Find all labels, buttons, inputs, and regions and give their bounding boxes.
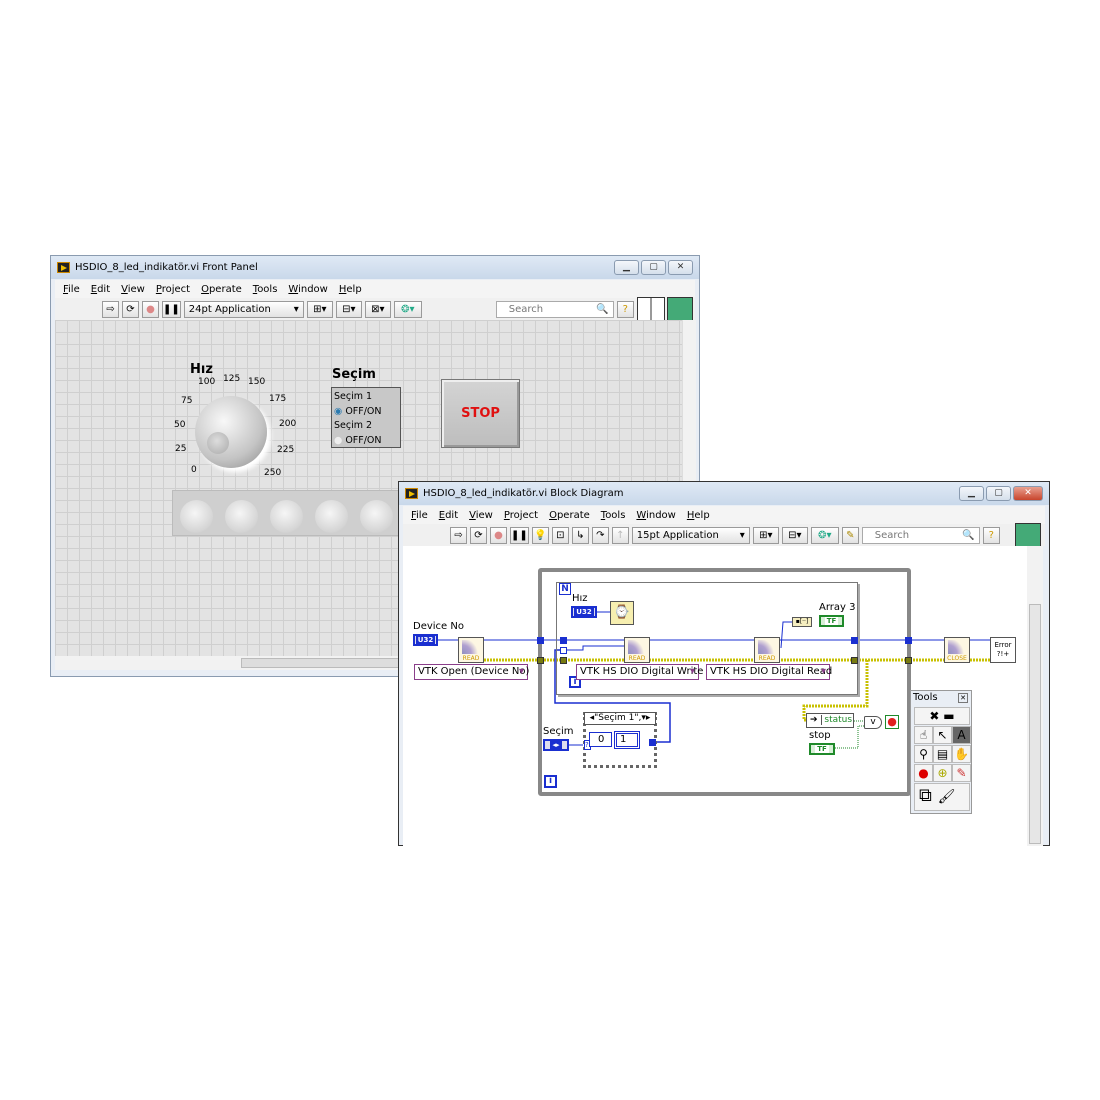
position-tool-icon[interactable]: ↖ [933,726,952,744]
vtk-read-subvi[interactable]: READ [754,637,780,663]
vtk-open-selector[interactable]: VTK Open (Device No) [414,664,529,680]
get-color-tool-icon[interactable]: ✎ [952,764,971,782]
or-gate-icon[interactable]: v [864,716,882,729]
device-no-terminal[interactable]: U32 [413,634,438,646]
tunnel [905,637,912,644]
shortcut-menu-tool-icon[interactable]: ▤ [933,745,952,763]
tools-palette: Tools ✕ ✖ ▬ ☝ ↖ A ⚲ ▤ ✋ ● ⊕ ✎ ⧉ 🖌 [910,690,972,814]
device-no-label: Device No [413,621,464,632]
numeric-constant[interactable]: 0 [589,732,612,747]
wiring-tool-icon[interactable]: ⚲ [914,745,933,763]
wires [437,611,994,749]
case-selector-value: "Seçim 1", [594,713,642,723]
status-element: status [824,715,853,725]
subvi-caption: READ [628,655,646,662]
case-selector[interactable]: ◂"Seçim 1",▾▸ [584,712,656,725]
tunnel [905,657,912,664]
tunnel [560,637,567,644]
operate-tool-icon[interactable]: ☝ [914,726,933,744]
tunnel [560,657,567,664]
vtk-write-subvi[interactable]: READ [624,637,650,663]
secim-terminal[interactable]: ◂▸ [543,739,569,751]
stop-label: stop [809,730,831,741]
vtk-open-subvi[interactable]: READ [458,637,484,663]
error-handler-caption: Error ?!+ [994,641,1012,658]
tf-type: TF [824,617,839,625]
vtk-write-selector[interactable]: VTK HS DIO Digital Write [576,664,703,680]
simple-error-handler[interactable]: Error ?!+ [990,637,1016,663]
unbundle-status[interactable]: ➔ status [806,713,854,728]
tunnel [851,637,858,644]
indexing-tunnel [560,647,567,654]
numeric-indicator[interactable]: 1 [614,731,640,749]
subvi-caption: READ [462,655,480,662]
u32-type: U32 [415,636,436,644]
secim-label: Seçim [543,726,574,737]
u32-type: U32 [574,608,594,616]
array-indicator[interactable]: TF [819,615,844,627]
hiz-terminal[interactable]: U32 [571,606,597,618]
tf-type: TF [815,745,829,753]
vtk-read-selector[interactable]: VTK HS DIO Digital Read [706,664,832,680]
subvi-caption: READ [758,655,776,662]
loop-count-terminal[interactable]: N [559,583,571,595]
tunnel [537,637,544,644]
close-icon[interactable]: ✕ [958,693,968,703]
tunnel [537,657,544,664]
vtk-close-subvi[interactable]: CLOSE [944,637,970,663]
subvi-caption: CLOSE [947,655,967,662]
label-tool-icon[interactable]: A [952,726,971,744]
while-iteration-terminal: i [544,775,557,788]
hiz-label: Hız [572,593,588,604]
enum-type: ◂▸ [550,741,562,749]
array-label: Array 3 [819,602,856,613]
tools-palette-title: Tools [913,692,938,703]
case-output-tunnel [649,739,656,746]
probe-tool-icon[interactable]: ⊕ [933,764,952,782]
stop-condition-icon[interactable]: ● [885,715,899,729]
scroll-tool-icon[interactable]: ✋ [952,745,971,763]
tunnel [851,657,858,664]
stop-terminal[interactable]: TF [809,743,835,755]
number-to-boolean-array-icon[interactable]: ▪[··] [792,617,812,627]
wait-ms-icon[interactable]: ⌚ [610,601,634,625]
auto-tool-icon[interactable]: ✖ ▬ [914,707,970,725]
unbundle-arrow-icon: ➔ [807,715,822,725]
set-color-tool-icon[interactable]: ⧉ 🖌 [914,783,970,811]
breakpoint-tool-icon[interactable]: ● [914,764,933,782]
